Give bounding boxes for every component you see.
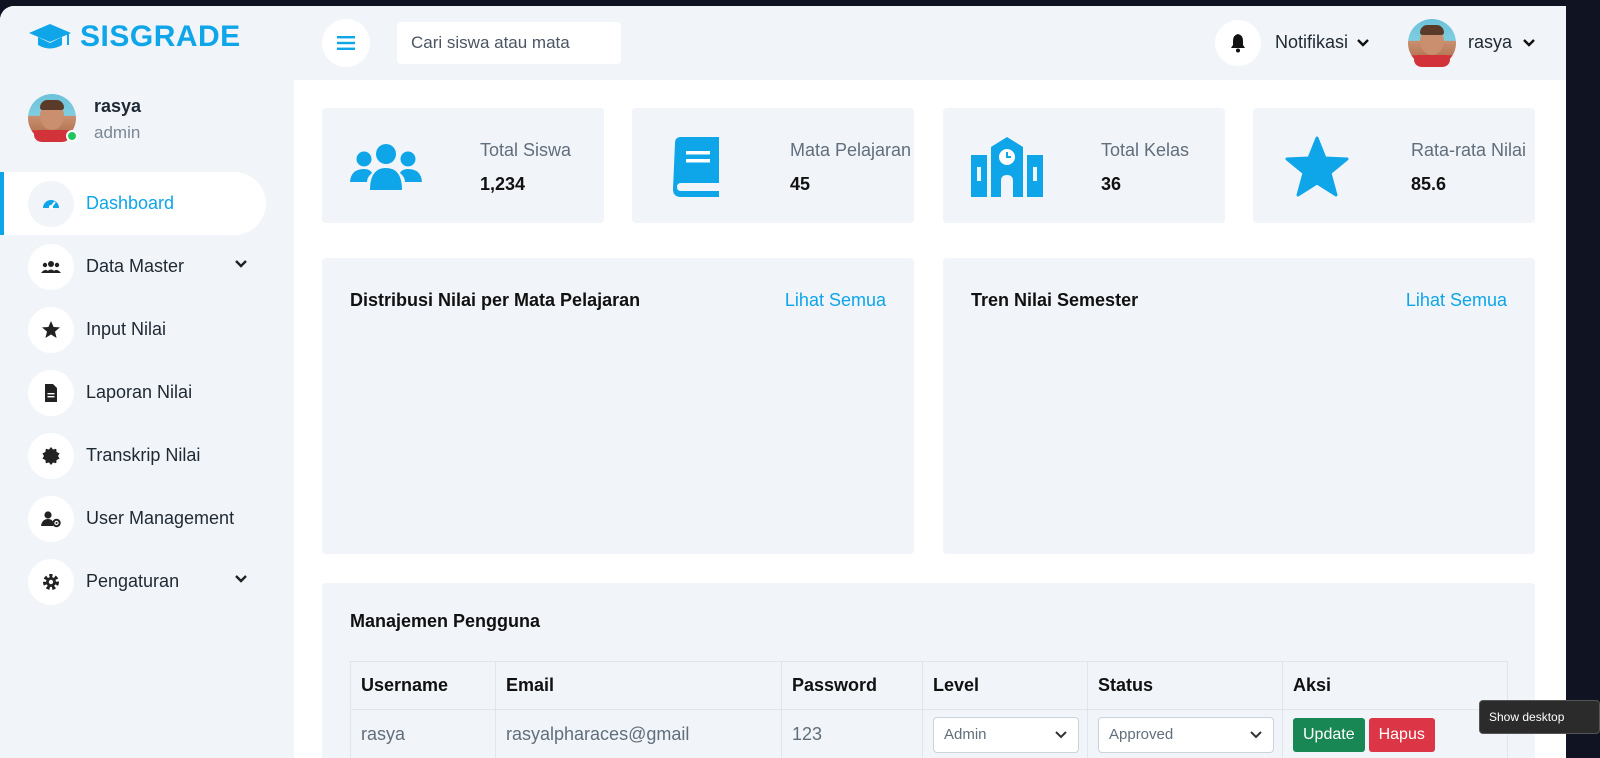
column-header: Username (350, 661, 496, 710)
table-row: rasya rasyalpharaces@gmail 123 Admin App… (350, 709, 1508, 758)
status-cell: Approved (1087, 709, 1283, 758)
sidebar-item-label: Laporan Nilai (86, 382, 193, 402)
stat-label: Total Siswa (480, 140, 572, 160)
stat-card-mata-pelajaran: Mata Pelajaran 45 (632, 108, 914, 223)
card-title: Tren Nilai Semester (971, 290, 1139, 310)
search-input[interactable] (397, 22, 621, 64)
view-all-link[interactable]: Lihat Semua (785, 290, 886, 311)
stat-card-rata-rata-nilai: Rata-rata Nilai 85.6 (1253, 108, 1535, 223)
sidebar-item-transkrip-nilai[interactable]: Transkrip Nilai (0, 424, 294, 487)
notifications-label: Notifikasi (1275, 32, 1349, 52)
stat-label: Mata Pelajaran (790, 140, 912, 160)
sidebar-item-input-nilai[interactable]: Input Nilai (0, 298, 294, 361)
sidebar-item-label: Pengaturan (86, 571, 180, 591)
topbar: Notifikasi rasya (294, 6, 1566, 80)
status-select[interactable]: Approved (1098, 716, 1274, 753)
show-desktop-tooltip: Show desktop (1479, 700, 1600, 734)
avatar (28, 94, 78, 142)
chevron-down-icon (1250, 730, 1262, 738)
app-logo[interactable]: SISGRADE (28, 20, 241, 54)
stat-value: 85.6 (1411, 174, 1447, 194)
sidebar-item-label: Input Nilai (86, 319, 167, 339)
user-menu-label: rasya (1468, 32, 1513, 52)
notifications-dropdown[interactable]: Notifikasi (1275, 32, 1370, 53)
profile-role: admin (94, 123, 141, 142)
card-title: Distribusi Nilai per Mata Pelajaran (350, 290, 641, 310)
sidebar-item-label: Data Master (86, 256, 185, 276)
star-icon (28, 306, 74, 353)
certificate-icon (28, 432, 74, 479)
column-header: Email (495, 661, 782, 710)
level-cell: Admin (922, 709, 1088, 758)
level-select[interactable]: Admin (933, 716, 1079, 753)
sidebar-nav: Dashboard Data Master Input Nilai Lapora… (0, 172, 294, 613)
stat-label: Total Kelas (1101, 140, 1190, 160)
stat-value: 45 (790, 174, 811, 194)
column-header: Password (781, 661, 923, 710)
school-icon (969, 136, 1045, 198)
gear-icon (28, 558, 74, 605)
star-icon (1279, 136, 1355, 198)
stat-value: 1,234 (480, 174, 526, 194)
actions-cell: Update Hapus (1282, 709, 1508, 758)
email-cell: rasyalpharaces@gmail (495, 709, 782, 758)
profile-name: rasya (94, 96, 142, 116)
chevron-down-icon (1357, 38, 1369, 47)
stat-card-total-kelas: Total Kelas 36 (943, 108, 1225, 223)
stat-label: Rata-rata Nilai (1411, 140, 1527, 160)
chevron-down-icon (1523, 38, 1535, 47)
graduation-cap-icon (29, 24, 71, 49)
users-icon (28, 243, 74, 290)
user-menu-dropdown[interactable]: rasya (1468, 32, 1536, 53)
chart-card-distribusi-nilai: Distribusi Nilai per Mata Pelajaran Liha… (322, 258, 914, 554)
user-management-card: Manajemen Pengguna Username Email Passwo… (322, 583, 1535, 758)
username-cell: rasya (350, 709, 496, 758)
file-icon (28, 369, 74, 416)
sidebar-profile: rasya admin (28, 94, 141, 143)
user-gear-icon (28, 495, 74, 542)
sidebar: SISGRADE rasya admin Dashboard Data Mast… (0, 6, 294, 758)
card-title: Manajemen Pengguna (350, 611, 541, 631)
users-icon (348, 136, 424, 198)
hamburger-icon (337, 36, 355, 50)
column-header: Aksi (1282, 661, 1508, 710)
user-avatar[interactable] (1408, 19, 1456, 67)
update-button[interactable]: Update (1293, 717, 1365, 752)
desktop-edge (1566, 0, 1600, 758)
main-content: Total Siswa 1,234 Mata Pelajaran 45 Tota… (294, 80, 1566, 758)
menu-toggle-button[interactable] (322, 19, 370, 67)
sidebar-item-dashboard[interactable]: Dashboard (0, 172, 266, 235)
column-header: Level (922, 661, 1088, 710)
app-window: SISGRADE rasya admin Dashboard Data Mast… (0, 6, 1566, 758)
bell-icon (1231, 34, 1245, 53)
sidebar-item-label: Transkrip Nilai (86, 445, 201, 465)
stat-value: 36 (1101, 174, 1122, 194)
sidebar-item-label: User Management (86, 508, 235, 528)
gauge-icon (28, 180, 74, 227)
column-header: Status (1087, 661, 1283, 710)
notification-bell-button[interactable] (1215, 20, 1261, 66)
delete-button[interactable]: Hapus (1368, 717, 1435, 752)
chevron-down-icon (1055, 730, 1067, 738)
sidebar-item-data-master[interactable]: Data Master (0, 235, 294, 298)
users-table: Username Email Password Level Status Aks… (350, 661, 1508, 758)
chevron-down-icon (235, 260, 247, 268)
view-all-link[interactable]: Lihat Semua (1406, 290, 1507, 311)
password-cell: 123 (781, 709, 923, 758)
table-header-row: Username Email Password Level Status Aks… (350, 661, 1508, 710)
stat-card-total-siswa: Total Siswa 1,234 (322, 108, 604, 223)
online-status-dot (66, 130, 78, 142)
sidebar-item-user-management[interactable]: User Management (0, 487, 294, 550)
sidebar-item-laporan-nilai[interactable]: Laporan Nilai (0, 361, 294, 424)
book-icon (658, 136, 734, 198)
app-name: SISGRADE (80, 20, 241, 53)
chevron-down-icon (235, 575, 247, 583)
level-select-value: Admin (944, 726, 987, 743)
sidebar-item-pengaturan[interactable]: Pengaturan (0, 550, 294, 613)
sidebar-item-label: Dashboard (86, 193, 175, 213)
status-select-value: Approved (1109, 726, 1174, 743)
chart-card-tren-nilai: Tren Nilai Semester Lihat Semua (943, 258, 1535, 554)
